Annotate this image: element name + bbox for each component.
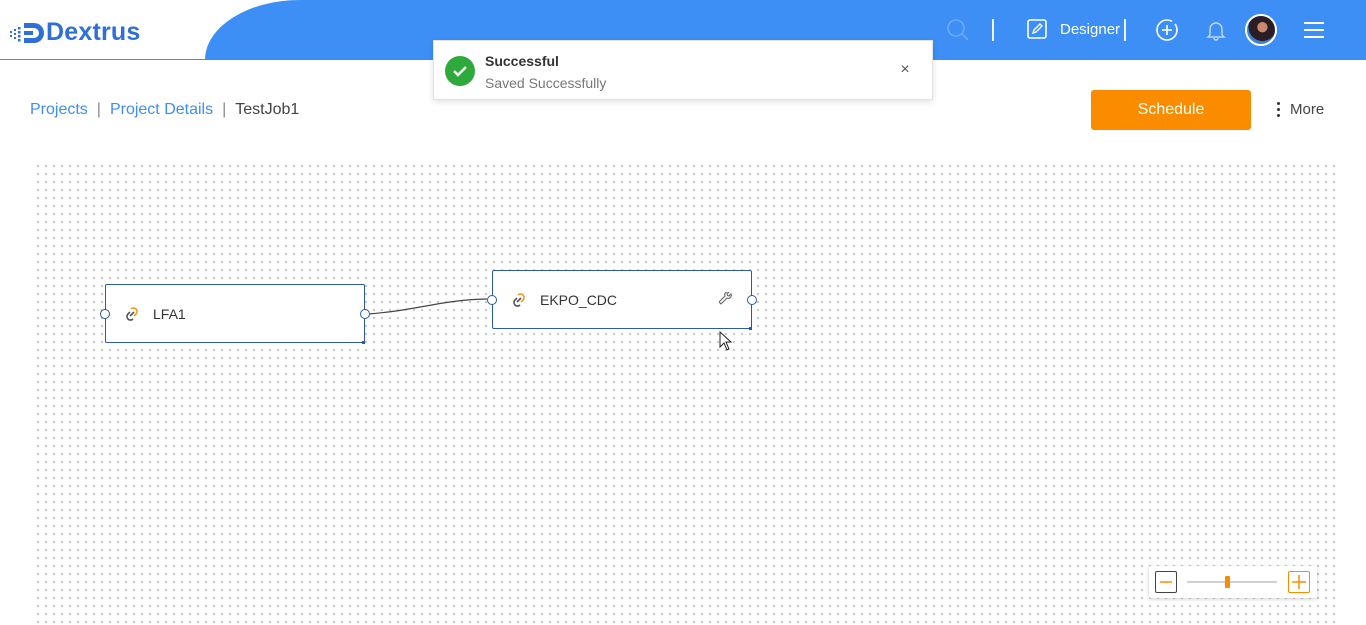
breadcrumb: Projects | Project Details | TestJob1	[30, 101, 299, 119]
logo-icon	[10, 22, 44, 43]
header-separator	[1124, 19, 1126, 41]
node-input-port[interactable]	[487, 295, 497, 305]
minus-icon	[1160, 581, 1172, 583]
zoom-slider-thumb[interactable]	[1225, 576, 1230, 588]
more-vertical-icon	[1274, 100, 1282, 118]
hamburger-menu-icon[interactable]	[1300, 16, 1328, 44]
node-label: LFA1	[153, 305, 186, 322]
breadcrumb-separator: |	[96, 101, 101, 118]
header-divider	[0, 59, 240, 60]
brand-name: Dextrus	[46, 18, 141, 46]
zoom-in-button[interactable]	[1288, 571, 1310, 593]
designer-label: Designer	[1060, 20, 1121, 38]
resize-handle[interactable]	[749, 327, 752, 330]
zoom-slider-track[interactable]	[1187, 581, 1277, 583]
link-icon	[126, 306, 138, 321]
node-input-port[interactable]	[100, 309, 110, 319]
link-icon	[513, 292, 525, 307]
resize-handle[interactable]	[362, 341, 365, 344]
breadcrumb-project-details[interactable]: Project Details	[110, 101, 213, 119]
breadcrumb-separator: |	[222, 101, 227, 118]
zoom-control	[1149, 566, 1317, 598]
plus-icon	[1292, 575, 1306, 589]
search-icon[interactable]	[944, 16, 972, 44]
brand-logo[interactable]: Dextrus	[10, 18, 141, 47]
header-separator	[992, 19, 994, 41]
breadcrumb-current-job: TestJob1	[235, 101, 300, 118]
node-output-port[interactable]	[747, 295, 757, 305]
pipeline-canvas[interactable]	[32, 160, 1338, 625]
toast-message: Saved Successfully	[485, 75, 607, 91]
check-circle-icon	[445, 56, 475, 86]
bell-icon[interactable]	[1202, 16, 1230, 44]
mouse-cursor-icon	[719, 331, 733, 351]
success-toast: Successful Saved Successfully ×	[433, 40, 933, 100]
wrench-icon[interactable]	[719, 292, 733, 306]
pipeline-node-lfa1[interactable]: LFA1	[100, 284, 370, 344]
edit-icon	[1027, 19, 1047, 39]
toast-title: Successful	[485, 53, 559, 69]
avatar[interactable]	[1245, 14, 1277, 46]
zoom-out-button[interactable]	[1155, 571, 1177, 593]
node-label: EKPO_CDC	[540, 291, 618, 308]
more-label: More	[1290, 100, 1325, 118]
pipeline-node-ekpo-cdc[interactable]: EKPO_CDC	[487, 270, 757, 330]
add-circle-icon[interactable]	[1153, 16, 1181, 44]
breadcrumb-projects[interactable]: Projects	[30, 101, 88, 119]
more-menu-button[interactable]: More	[1274, 100, 1324, 118]
schedule-button[interactable]: Schedule	[1091, 90, 1251, 130]
node-output-port[interactable]	[360, 309, 370, 319]
close-icon[interactable]: ×	[896, 61, 914, 79]
designer-mode-button[interactable]: Designer	[1026, 18, 1120, 40]
